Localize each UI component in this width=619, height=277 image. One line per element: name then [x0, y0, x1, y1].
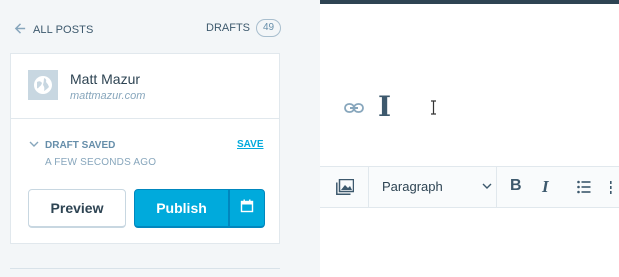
calendar-icon: [240, 199, 254, 218]
post-editor: I Paragraph B I: [320, 4, 619, 277]
drafts-label: DRAFTS: [206, 22, 250, 34]
chevron-down-icon: [29, 139, 39, 152]
all-posts-label: ALL POSTS: [33, 24, 94, 36]
all-posts-link[interactable]: ALL POSTS: [14, 22, 93, 38]
chevron-down-icon: [482, 179, 492, 194]
bullet-list-icon[interactable]: [577, 180, 591, 194]
site-url: mattmazur.com: [70, 90, 146, 102]
editor-sidebar: ALL POSTS DRAFTS 49 Matt Mazur mattmazur…: [0, 0, 320, 277]
schedule-button[interactable]: [229, 189, 265, 228]
globe-icon: [28, 70, 58, 100]
draft-saved-label: DRAFT SAVED: [45, 140, 116, 151]
preview-button[interactable]: Preview: [28, 189, 126, 228]
link-icon[interactable]: [344, 101, 364, 115]
format-select-value: Paragraph: [382, 179, 443, 194]
drafts-button[interactable]: DRAFTS 49: [206, 19, 282, 37]
post-title-field[interactable]: I: [378, 92, 391, 122]
toolbar-separator: [496, 167, 497, 207]
draft-status-toggle[interactable]: DRAFT SAVED: [29, 139, 115, 152]
arrow-left-icon: [14, 22, 27, 38]
toolbar-separator: [368, 167, 369, 207]
italic-button[interactable]: I: [542, 177, 549, 197]
site-name: Matt Mazur: [70, 71, 141, 87]
save-link[interactable]: SAVE: [237, 139, 264, 150]
saved-time-label: A FEW SECONDS AGO: [45, 157, 157, 168]
publish-button[interactable]: Publish: [134, 189, 229, 228]
bold-button[interactable]: B: [510, 177, 522, 195]
media-icon[interactable]: [336, 178, 355, 195]
editor-toolbar: Paragraph B I: [320, 166, 619, 208]
format-select[interactable]: Paragraph: [382, 179, 492, 194]
drafts-count-badge: 49: [256, 19, 282, 37]
site-info: Matt Mazur mattmazur.com: [28, 70, 145, 102]
post-status-card: Matt Mazur mattmazur.com DRAFT SAVED SAV…: [10, 53, 280, 244]
card-divider: [11, 118, 279, 119]
sidebar-section-divider: [10, 268, 280, 269]
text-cursor-icon: [430, 100, 437, 115]
numbered-list-icon[interactable]: [610, 180, 619, 194]
